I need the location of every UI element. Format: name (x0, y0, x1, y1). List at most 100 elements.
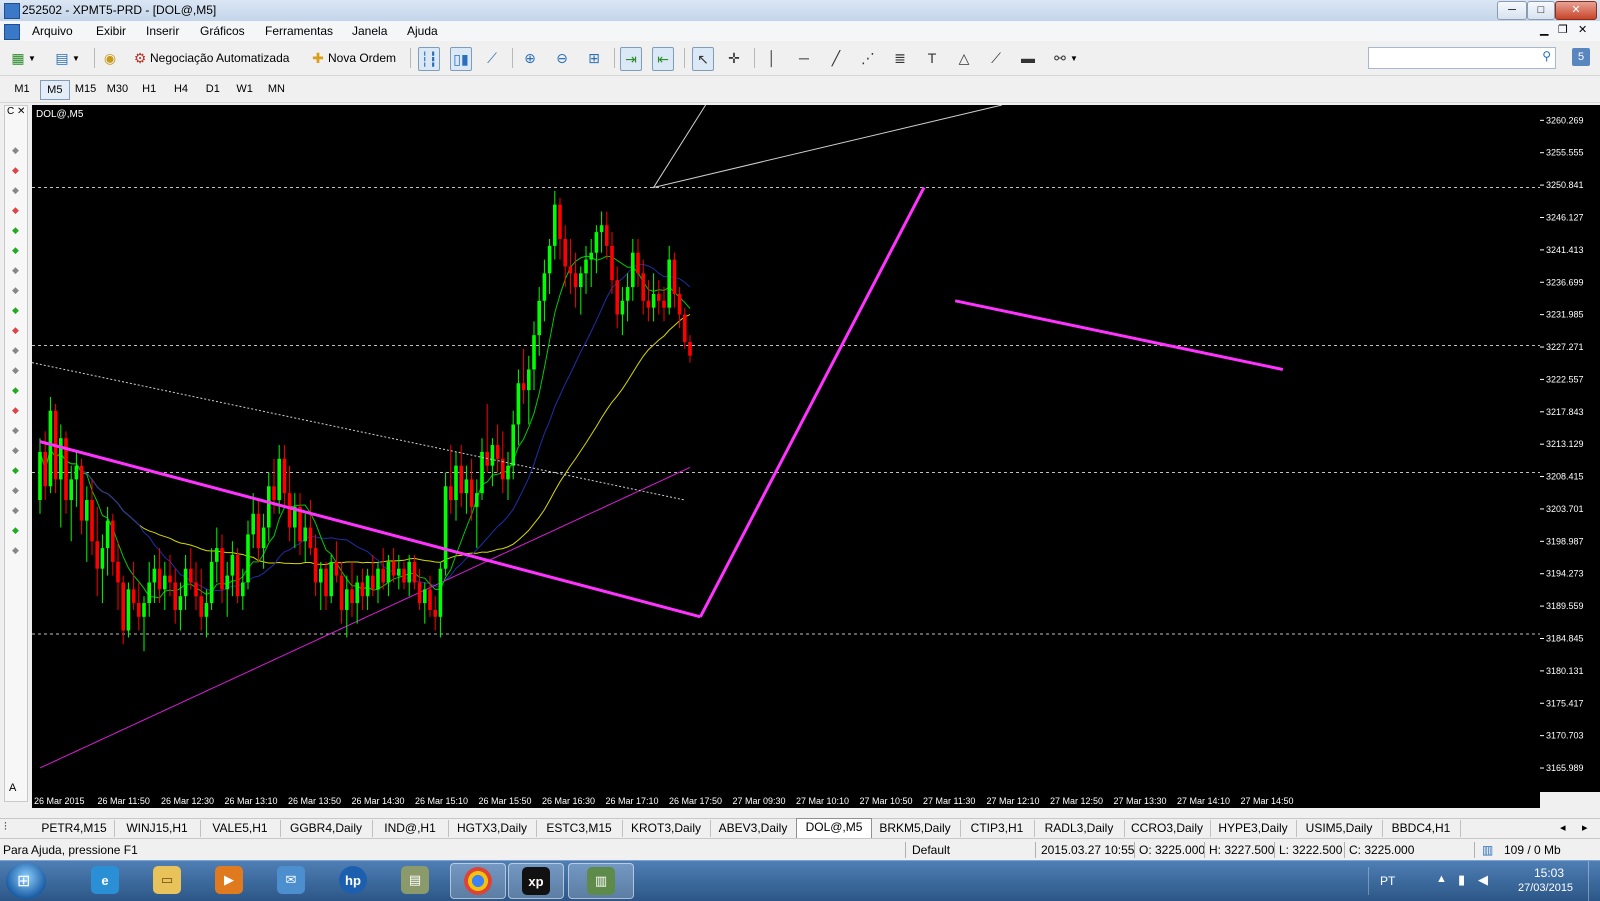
auto-trading-button[interactable]: ⚙ Negociação Automatizada (130, 47, 290, 69)
zoom-out-button[interactable]: ⊖ (552, 47, 572, 69)
object-list-icon[interactable]: ◆ (11, 386, 20, 395)
community-icon[interactable]: 5 (1572, 48, 1590, 66)
symbol-tab-brkm5-daily[interactable]: BRKM5,Daily (870, 820, 961, 837)
volume-icon[interactable]: ◀ (1478, 872, 1488, 888)
candlestick-button[interactable]: ▯▮ (450, 47, 472, 71)
text-button[interactable]: T (922, 47, 942, 69)
menu-inserir[interactable]: Inserir (146, 24, 179, 38)
fibonacci-retracement-button[interactable]: ≣ (890, 47, 910, 69)
mdi-restore-icon[interactable]: ❐ (1558, 23, 1568, 36)
timeframe-m5[interactable]: M5 (39, 80, 70, 100)
taskbar-internet-explorer[interactable]: e (78, 863, 132, 897)
taskbar-explorer[interactable]: ▭ (140, 863, 194, 897)
menu-arquivo[interactable]: Arquivo (32, 24, 73, 38)
timeframe-m30[interactable]: M30 (103, 80, 131, 98)
tabs-scroll-left-icon[interactable]: ◂ (1560, 821, 1566, 834)
symbol-tab-abev3-daily[interactable]: ABEV3,Daily (710, 820, 797, 837)
object-list-icon[interactable]: ◆ (11, 526, 20, 535)
object-list-icon[interactable]: ◆ (11, 426, 20, 435)
taskbar-xp[interactable]: xp (508, 863, 564, 899)
object-list-icon[interactable]: ◆ (11, 506, 20, 515)
timeframe-w1[interactable]: W1 (231, 80, 259, 98)
symbol-tab-radl3-daily[interactable]: RADL3,Daily (1034, 820, 1125, 837)
taskbar-media-player[interactable]: ▶ (202, 863, 256, 897)
bar-chart-button[interactable]: ┆┇ (418, 47, 440, 71)
timeframe-m15[interactable]: M15 (72, 80, 100, 98)
menu-graficos[interactable]: Gráficos (200, 24, 245, 38)
object-list-icon[interactable]: ◆ (11, 326, 20, 335)
object-list-icon[interactable]: ◆ (11, 306, 20, 315)
chart-shift-button[interactable]: ⇤ (652, 47, 674, 71)
price-chart[interactable]: DOL@,M5 (32, 105, 1540, 792)
object-list-icon[interactable]: ◆ (11, 466, 20, 475)
profiles-button[interactable]: ▤ ▼ (52, 47, 80, 69)
symbol-tab-hype3-daily[interactable]: HYPE3,Daily (1210, 820, 1297, 837)
clock-date[interactable]: 27/03/2015 (1518, 882, 1573, 894)
vertical-line-button[interactable]: │ (762, 47, 782, 69)
object-list-icon[interactable]: ◆ (11, 446, 20, 455)
chart-canvas[interactable] (32, 105, 1540, 792)
object-list-icon[interactable]: ◆ (11, 346, 20, 355)
maximize-button[interactable]: □ (1527, 1, 1555, 20)
language-indicator[interactable]: PT (1380, 874, 1395, 888)
close-button[interactable]: ✕ (1555, 1, 1597, 20)
chart-window-icon[interactable] (4, 24, 20, 40)
tile-windows-button[interactable]: ⊞ (584, 47, 604, 69)
symbol-tab-usim5-daily[interactable]: USIM5,Daily (1296, 820, 1383, 837)
show-desktop-button[interactable] (1588, 861, 1600, 901)
symbol-tab-petr4-m15[interactable]: PETR4,M15 (34, 820, 115, 837)
search-input[interactable]: ⚲ (1368, 47, 1556, 69)
symbol-tab-ind-h1[interactable]: IND@,H1 (372, 820, 449, 837)
object-list-icon[interactable]: ◆ (11, 186, 20, 195)
symbol-tab-estc3-m15[interactable]: ESTC3,M15 (536, 820, 623, 837)
symbol-tab-winj15-h1[interactable]: WINJ15,H1 (114, 820, 201, 837)
minimize-button[interactable]: ─ (1497, 1, 1527, 20)
timeframe-d1[interactable]: D1 (199, 80, 227, 98)
timeframe-h1[interactable]: H1 (135, 80, 163, 98)
menu-exibir[interactable]: Exibir (96, 24, 126, 38)
taskbar-tools[interactable]: ▤ (388, 863, 442, 897)
symbol-tab-ccro3-daily[interactable]: CCRO3,Daily (1124, 820, 1211, 837)
clock-time[interactable]: 15:03 (1534, 866, 1564, 880)
taskbar-mail[interactable]: ✉ (264, 863, 318, 897)
fibonacci-expansion-button[interactable]: ⟋ (986, 47, 1006, 69)
object-list-icon[interactable]: ◆ (11, 546, 20, 555)
symbol-tab-hgtx3-daily[interactable]: HGTX3,Daily (448, 820, 537, 837)
more-objects-button[interactable]: ⚯ ▼ (1050, 47, 1078, 69)
trendline-button[interactable]: ╱ (826, 47, 846, 69)
object-list-icon[interactable]: ◆ (11, 406, 20, 415)
zoom-in-button[interactable]: ⊕ (520, 47, 540, 69)
tray-expand-icon[interactable]: ▲ (1436, 873, 1447, 885)
rectangle-button[interactable]: ▬ (1018, 47, 1038, 69)
new-order-button[interactable]: ✚ Nova Ordem (308, 47, 396, 69)
menu-ferramentas[interactable]: Ferramentas (265, 24, 333, 38)
search-icon[interactable]: ⚲ (1542, 49, 1551, 63)
market-watch-button[interactable]: ◉ (100, 47, 120, 69)
object-list-icon[interactable]: ◆ (11, 146, 20, 155)
menu-ajuda[interactable]: Ajuda (407, 24, 438, 38)
symbol-tab-vale5-h1[interactable]: VALE5,H1 (200, 820, 281, 837)
tabs-scroll-right-icon[interactable]: ▸ (1582, 821, 1588, 834)
mdi-minimize-icon[interactable]: ▁ (1540, 23, 1548, 36)
line-chart-button[interactable]: ⟋ (482, 47, 502, 69)
price-axis[interactable]: 3260.269 3255.555 3250.841 3246.127 3241.413… (1540, 105, 1600, 792)
object-list-icon[interactable]: ◆ (11, 166, 20, 175)
object-list-icon[interactable]: ◆ (11, 246, 20, 255)
crosshair-button[interactable]: ✛ (724, 47, 744, 69)
cursor-button[interactable]: ↖ (692, 47, 714, 71)
mdi-close-icon[interactable]: ✕ (1578, 23, 1587, 36)
object-list-icon[interactable]: ◆ (11, 486, 20, 495)
object-list-icon[interactable]: ◆ (11, 206, 20, 215)
horizontal-line-button[interactable]: ─ (794, 47, 814, 69)
object-list-icon[interactable]: ◆ (11, 286, 20, 295)
object-list-icon[interactable]: ◆ (11, 366, 20, 375)
symbol-tab-ctip3-h1[interactable]: CTIP3,H1 (960, 820, 1035, 837)
symbol-tab-ggbr4-daily[interactable]: GGBR4,Daily (280, 820, 373, 837)
start-button[interactable]: ⊞ (6, 863, 46, 899)
new-chart-button[interactable]: ▦ ▼ (8, 47, 36, 69)
time-axis[interactable]: 26 Mar 2015 26 Mar 11:50 26 Mar 12:30 26 Ma… (32, 792, 1540, 808)
timeframe-h4[interactable]: H4 (167, 80, 195, 98)
object-list-icon[interactable]: ◆ (11, 226, 20, 235)
object-list-icon[interactable]: ◆ (11, 266, 20, 275)
triangle-button[interactable]: △ (954, 47, 974, 69)
